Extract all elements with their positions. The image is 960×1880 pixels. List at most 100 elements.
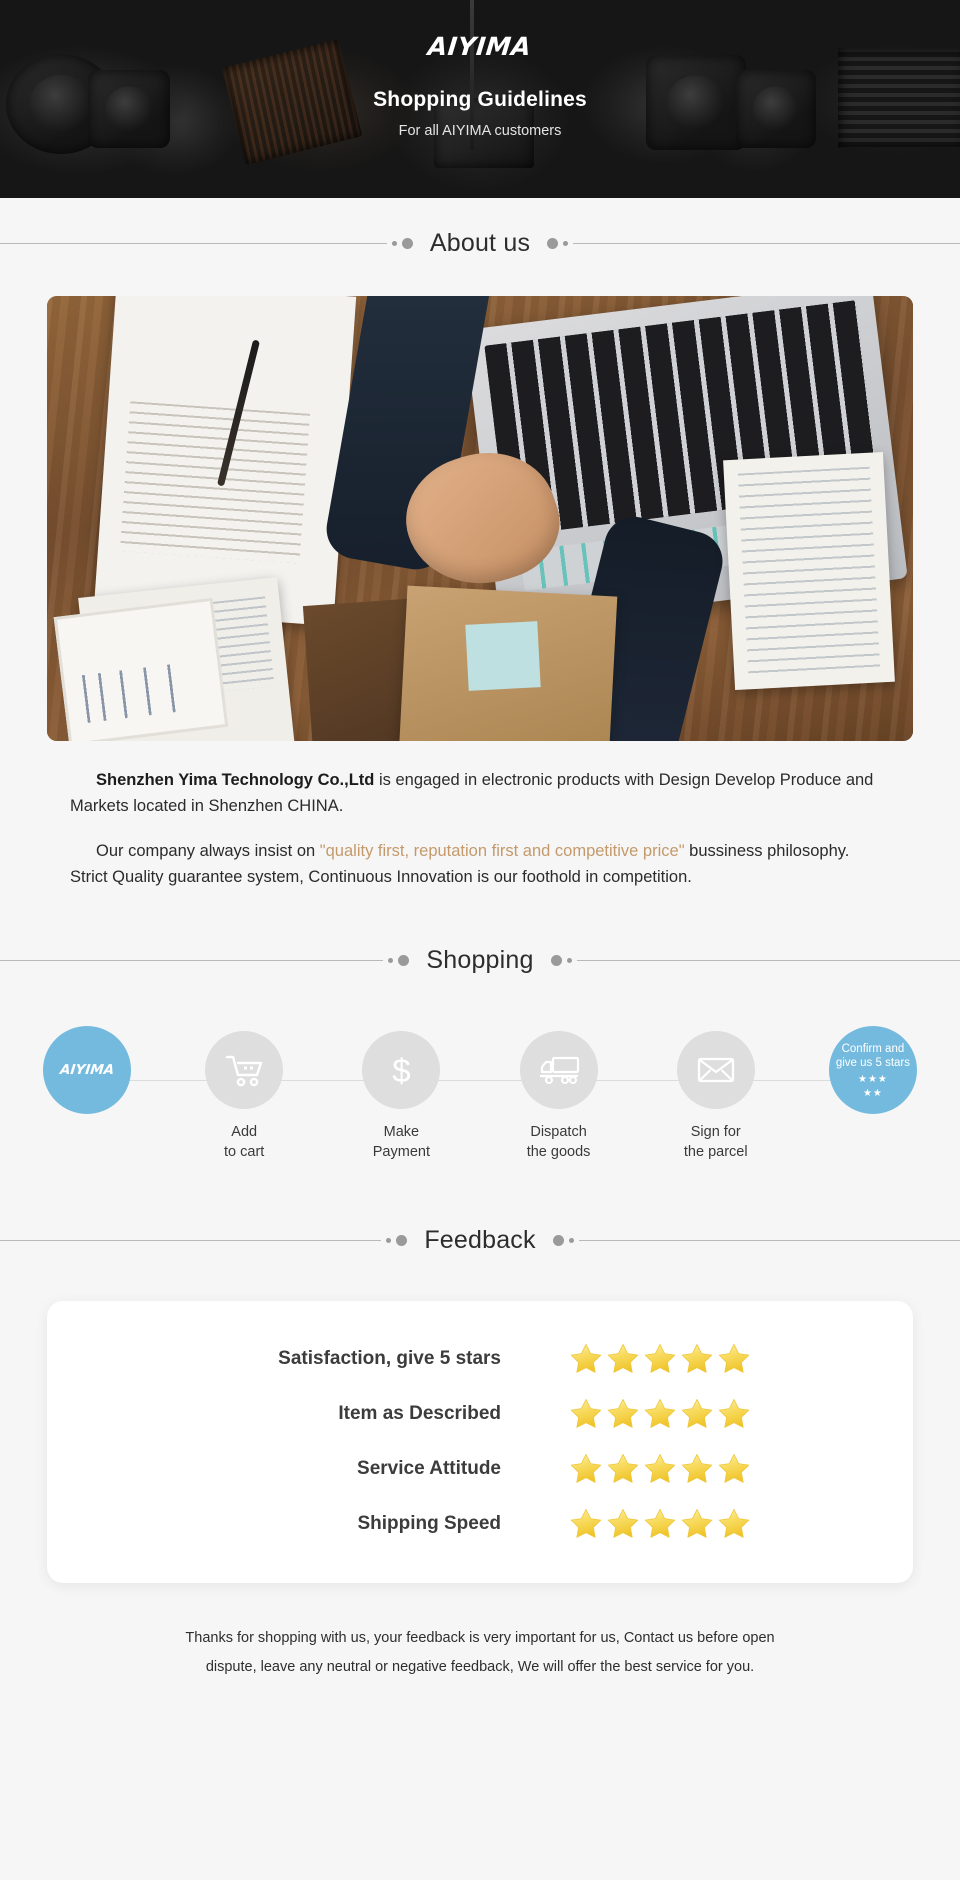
feedback-star-rating	[569, 1452, 751, 1485]
star-icon	[607, 1454, 639, 1484]
shopping-cart-icon	[225, 1056, 263, 1087]
divider-dot-large-left	[396, 1235, 408, 1247]
company-motto: "quality first, reputation first and com…	[319, 842, 685, 861]
star-icon	[570, 1509, 602, 1539]
divider-dot-large-right	[552, 1235, 564, 1247]
five-stars-icon-row1: ★★★	[857, 1073, 888, 1085]
feedback-star-rating	[569, 1342, 751, 1375]
shopping-guidelines-page: AIYIMA Shopping Guidelines For all AIYIM…	[0, 0, 960, 1880]
about-section: About us Shenzhen Yima Technology Co.,Lt…	[0, 198, 960, 890]
star-icon	[570, 1344, 602, 1374]
step-label-line1: Sign for	[690, 1124, 741, 1141]
step-make-payment[interactable]: $ Make Payment	[349, 1031, 453, 1162]
dollar-sign-icon: $	[392, 1051, 411, 1089]
feedback-section: Feedback Satisfaction, give 5 stars Item…	[0, 1162, 960, 1712]
step-label-line2: the goods	[526, 1144, 591, 1161]
divider-dot-large-right	[547, 238, 559, 249]
star-icon	[570, 1399, 602, 1429]
footer-note: Thanks for shopping with us, your feedba…	[110, 1624, 850, 1712]
step-label-make-payment: Make Payment	[349, 1122, 453, 1162]
divider-dot-large-right	[550, 955, 562, 967]
divider-dot-small-left	[386, 1238, 392, 1244]
step-label-line1: Dispatch	[530, 1124, 587, 1141]
divider-line-left	[0, 243, 387, 244]
dispatch-bubble	[519, 1031, 598, 1110]
feedback-label: Shipping Speed	[357, 1512, 501, 1534]
envelope-icon	[697, 1058, 734, 1083]
brand-bubble: AIYIMA	[43, 1026, 131, 1115]
divider-dot-small-right	[563, 241, 569, 246]
feedback-label: Service Attitude	[357, 1457, 501, 1479]
star-icon	[681, 1454, 713, 1484]
header-banner: AIYIMA Shopping Guidelines For all AIYIM…	[0, 0, 960, 198]
divider-dot-small-left	[388, 958, 394, 964]
feedback-label: Item as Described	[338, 1402, 501, 1424]
about-photo	[47, 296, 913, 741]
banner-content: AIYIMA Shopping Guidelines For all AIYIM…	[0, 0, 960, 139]
confirm-bubble: Confirm and give us 5 stars ★★★ ★★	[828, 1026, 917, 1115]
star-icon	[718, 1454, 750, 1484]
star-icon	[718, 1399, 750, 1429]
confirm-text-line1: Confirm and	[841, 1042, 905, 1055]
banner-subtitle: For all AIYIMA customers	[398, 123, 562, 139]
star-icon	[644, 1344, 676, 1374]
step-brand: AIYIMA	[35, 1026, 139, 1115]
star-icon	[681, 1509, 713, 1539]
feedback-row: Item as Described	[47, 1397, 913, 1430]
star-icon	[644, 1509, 676, 1539]
star-icon	[607, 1509, 639, 1539]
footer-line-2: dispute, leave any neutral or negative f…	[205, 1659, 755, 1676]
shopping-section: Shopping AIYIMA Add to cart $ Make Payme…	[0, 890, 960, 1162]
banner-title: Shopping Guidelines	[373, 88, 587, 111]
step-confirm-rating[interactable]: Confirm and give us 5 stars ★★★ ★★	[821, 1026, 925, 1115]
invoice-document-image	[723, 451, 895, 691]
star-icon	[607, 1399, 639, 1429]
feedback-card: Satisfaction, give 5 stars Item as Descr…	[47, 1301, 913, 1584]
step-sign-for-parcel[interactable]: Sign for the parcel	[664, 1031, 768, 1162]
step-add-to-cart[interactable]: Add to cart	[192, 1031, 296, 1162]
feedback-divider: Feedback	[0, 1226, 960, 1255]
step-label-dispatch: Dispatch the goods	[507, 1122, 611, 1162]
sticky-note-image	[465, 621, 541, 691]
about-paragraph-1: Shenzhen Yima Technology Co.,Ltd is enga…	[70, 768, 890, 819]
star-icon	[607, 1344, 639, 1374]
divider-line-right	[573, 243, 960, 244]
feedback-title: Feedback	[424, 1226, 536, 1255]
step-label-line1: Add	[231, 1124, 258, 1141]
step-label-add-to-cart: Add to cart	[192, 1122, 296, 1162]
divider-dot-small-right	[566, 958, 572, 964]
feedback-row: Service Attitude	[47, 1452, 913, 1485]
divider-line-right	[576, 960, 960, 962]
star-icon	[718, 1509, 750, 1539]
five-stars-icon-row2: ★★	[862, 1087, 883, 1099]
step-label-line1: Make	[383, 1124, 420, 1141]
cart-bubble	[205, 1031, 284, 1110]
footer-line-1: Thanks for shopping with us, your feedba…	[185, 1630, 775, 1647]
divider-dot-small-left	[391, 241, 397, 246]
step-label-line2: to cart	[224, 1144, 265, 1161]
star-icon	[570, 1454, 602, 1484]
parcel-bubble	[676, 1031, 755, 1110]
star-icon	[718, 1344, 750, 1374]
step-dispatch-goods[interactable]: Dispatch the goods	[507, 1031, 611, 1162]
feedback-row: Shipping Speed	[47, 1507, 913, 1540]
about-title: About us	[429, 229, 531, 257]
delivery-truck-icon	[539, 1057, 579, 1085]
star-icon	[681, 1399, 713, 1429]
tablet-chart-image	[53, 597, 229, 741]
step-label-sign: Sign for the parcel	[664, 1122, 768, 1162]
about-text: Shenzhen Yima Technology Co.,Ltd is enga…	[70, 768, 890, 890]
company-name: Shenzhen Yima Technology Co.,Ltd	[96, 771, 375, 789]
star-icon	[644, 1399, 676, 1429]
star-icon	[681, 1344, 713, 1374]
step-label-line2: Payment	[372, 1144, 430, 1161]
divider-dot-large-left	[401, 238, 413, 249]
divider-line-left	[0, 1240, 382, 1242]
about-p2-lead: Our company always insist on	[96, 842, 320, 861]
payment-bubble: $	[362, 1031, 441, 1110]
about-divider: About us	[0, 229, 960, 258]
divider-dot-small-right	[568, 1238, 574, 1244]
confirm-text-line2: give us 5 stars	[835, 1057, 911, 1070]
feedback-row: Satisfaction, give 5 stars	[47, 1342, 913, 1375]
confirm-bubble-inner: Confirm and give us 5 stars ★★★ ★★	[832, 1042, 914, 1099]
